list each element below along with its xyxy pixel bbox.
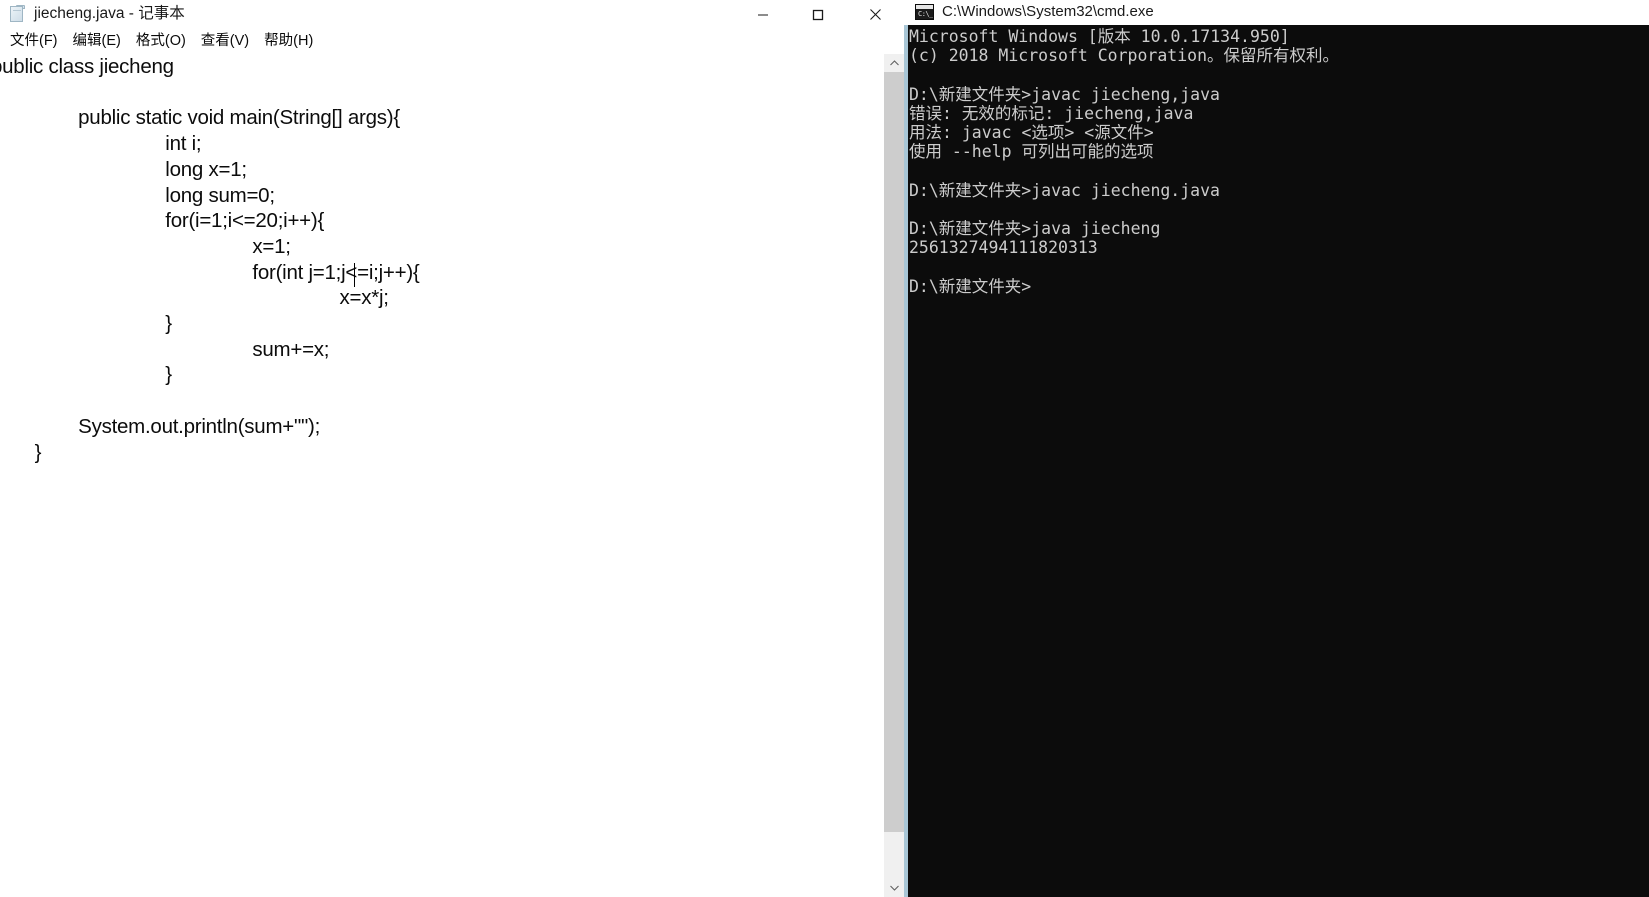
- close-button[interactable]: [852, 0, 898, 29]
- notepad-document-icon: [9, 5, 26, 24]
- scroll-down-icon[interactable]: [884, 879, 904, 897]
- notepad-titlebar[interactable]: jiecheng.java - 记事本: [0, 0, 904, 29]
- notepad-title: jiecheng.java - 记事本: [34, 5, 185, 22]
- notepad-text-area[interactable]: public class jiecheng { public static vo…: [0, 54, 884, 897]
- menu-help[interactable]: 帮助(H): [259, 31, 319, 52]
- menu-view[interactable]: 查看(V): [196, 31, 255, 52]
- menu-edit[interactable]: 编辑(E): [68, 31, 127, 52]
- minimize-button[interactable]: [740, 0, 786, 29]
- cmd-console-output: Microsoft Windows [版本 10.0.17134.950] (c…: [909, 27, 1340, 296]
- cmd-console-icon: C:\_: [915, 4, 934, 20]
- notepad-menubar: 文件(F) 编辑(E) 格式(O) 查看(V) 帮助(H): [0, 30, 904, 53]
- cmd-window: C:\_ C:\Windows\System32\cmd.exe Microso…: [904, 0, 1649, 897]
- cmd-title: C:\Windows\System32\cmd.exe: [942, 3, 1154, 20]
- desktop-screen: jiecheng.java - 记事本 文件(F) 编辑(E) 格式(O) 查看…: [0, 0, 1649, 897]
- cmd-titlebar[interactable]: C:\_ C:\Windows\System32\cmd.exe: [904, 0, 1649, 25]
- maximize-button[interactable]: [795, 0, 841, 29]
- java-source-code[interactable]: public class jiecheng { public static vo…: [0, 54, 420, 491]
- scrollbar-thumb[interactable]: [884, 72, 904, 832]
- cmd-console-area[interactable]: Microsoft Windows [版本 10.0.17134.950] (c…: [908, 25, 1649, 897]
- menu-format[interactable]: 格式(O): [131, 31, 192, 52]
- scroll-up-icon[interactable]: [884, 54, 904, 72]
- menu-file[interactable]: 文件(F): [5, 31, 64, 52]
- notepad-vertical-scrollbar[interactable]: [884, 54, 904, 897]
- notepad-window: jiecheng.java - 记事本 文件(F) 编辑(E) 格式(O) 查看…: [0, 0, 904, 897]
- text-caret: [354, 263, 355, 287]
